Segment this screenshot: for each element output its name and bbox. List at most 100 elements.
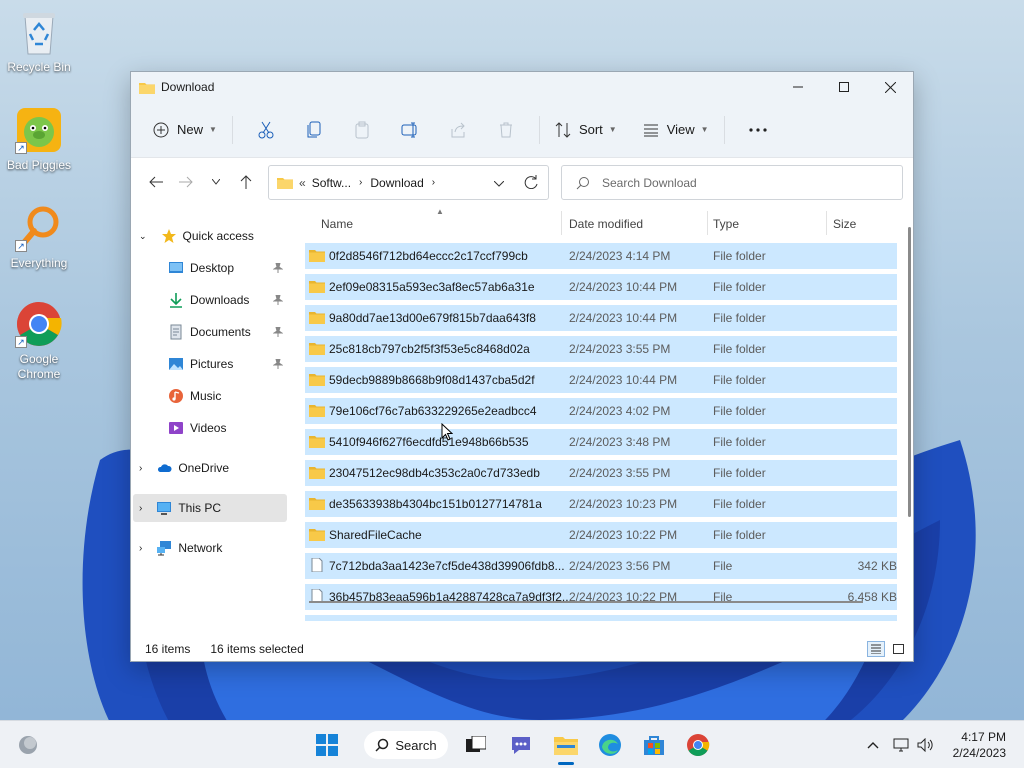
- close-button[interactable]: [867, 72, 913, 102]
- sort-button[interactable]: Sort ▼: [549, 114, 623, 146]
- file-date: 2/24/2023 10:44 PM: [569, 311, 678, 325]
- details-view-button[interactable]: [867, 641, 885, 657]
- file-row-partial[interactable]: [305, 615, 897, 621]
- column-divider[interactable]: [826, 211, 827, 235]
- taskbar-search-button[interactable]: Search: [364, 731, 448, 759]
- column-header-size[interactable]: Size: [833, 217, 856, 231]
- file-row[interactable]: 79e106cf76c7ab633229265e2eadbcc4 2/24/202…: [305, 398, 897, 424]
- desktop-icon-everything[interactable]: ↗ Everything: [1, 204, 77, 271]
- window-title: Download: [161, 80, 215, 94]
- column-divider[interactable]: [707, 211, 708, 235]
- sidebar-item-music[interactable]: Music: [168, 382, 288, 410]
- sidebar-item-label: This PC: [178, 501, 222, 515]
- ellipsis-icon: [748, 127, 767, 132]
- file-row[interactable]: de35633938b4304bc151b0127714781a 2/24/202…: [305, 491, 897, 517]
- volume-button[interactable]: [916, 731, 936, 759]
- column-header-type[interactable]: Type: [713, 217, 739, 231]
- column-header-name[interactable]: Name: [321, 217, 353, 231]
- weather-widget-button[interactable]: [16, 731, 40, 759]
- desktop-icon-bad-piggies[interactable]: ↗ Bad Piggies: [1, 106, 77, 173]
- show-hidden-icons-button[interactable]: [864, 731, 882, 759]
- column-divider[interactable]: [561, 211, 562, 235]
- file-row[interactable]: 7c712bda3aa1423e7cf5de438d39906fdb8... 2/…: [305, 553, 897, 579]
- breadcrumb-software[interactable]: Softw...: [312, 176, 351, 190]
- file-row[interactable]: 9a80dd7ae13d00e679f815b7daa643f8 2/24/202…: [305, 305, 897, 331]
- file-row[interactable]: 59decb9889b8668b9f08d1437cba5d2f 2/24/202…: [305, 367, 897, 393]
- refresh-button[interactable]: [524, 175, 538, 192]
- file-row[interactable]: 2ef09e08315a593ec3af8ec57ab6a31e 2/24/202…: [305, 274, 897, 300]
- large-icons-view-button[interactable]: [889, 641, 907, 657]
- speaker-icon: [917, 738, 933, 752]
- large-icons-view-icon: [892, 644, 904, 654]
- minimize-button[interactable]: [775, 72, 821, 102]
- trash-icon: [499, 122, 512, 137]
- sidebar-item-videos[interactable]: Videos: [168, 414, 288, 442]
- file-row[interactable]: 36b457b83eaa596b1a42887428ca7a9df3f2... 2…: [305, 584, 897, 610]
- file-row[interactable]: 25c818cb797cb2f5f3f53e5c8468d02a 2/24/202…: [305, 336, 897, 362]
- address-history-button[interactable]: [493, 176, 505, 190]
- details-view-icon: [871, 644, 881, 654]
- sidebar-item-downloads[interactable]: Downloads: [168, 286, 288, 314]
- chevron-right-icon: ›: [139, 462, 143, 474]
- file-type: File: [713, 559, 733, 573]
- taskbar-chrome[interactable]: [684, 731, 712, 759]
- sidebar-item-documents[interactable]: Documents: [168, 318, 288, 346]
- file-row[interactable]: 5410f946f627f6ecdfd51e948b66b535 2/24/202…: [305, 429, 897, 455]
- share-button[interactable]: [434, 114, 482, 146]
- address-bar[interactable]: « Softw... › Download ›: [268, 165, 549, 200]
- rename-button[interactable]: [386, 114, 434, 146]
- file-row[interactable]: SharedFileCache 2/24/2023 10:22 PM File fo…: [305, 522, 897, 548]
- overflow-chevron[interactable]: «: [299, 176, 306, 190]
- vertical-scrollbar[interactable]: [908, 227, 911, 517]
- folder-icon: [309, 498, 325, 510]
- copy-button[interactable]: [290, 114, 338, 146]
- folder-icon: [309, 281, 325, 293]
- desktop-icon-google-chrome[interactable]: ↗ Google Chrome: [1, 300, 77, 382]
- horizontal-scrollbar[interactable]: [309, 601, 863, 603]
- column-header-date[interactable]: Date modified: [569, 217, 643, 231]
- taskbar-edge[interactable]: [596, 731, 624, 759]
- chat-button[interactable]: [508, 731, 534, 759]
- forward-button[interactable]: [171, 167, 201, 197]
- back-button[interactable]: [141, 167, 171, 197]
- sidebar-item-network[interactable]: › Network: [139, 534, 289, 562]
- recent-locations-button[interactable]: [201, 167, 231, 197]
- system-clock[interactable]: 4:17 PM 2/24/2023: [953, 729, 1006, 761]
- sidebar-item-onedrive[interactable]: › OneDrive: [139, 454, 289, 482]
- cut-button[interactable]: [242, 114, 290, 146]
- sidebar-item-desktop[interactable]: Desktop: [168, 254, 288, 282]
- file-date: 2/24/2023 4:14 PM: [569, 249, 671, 263]
- desktop-icon-recycle-bin[interactable]: Recycle Bin: [1, 8, 77, 75]
- view-button[interactable]: View ▼: [637, 114, 715, 146]
- sidebar-item-this-pc[interactable]: › This PC: [133, 494, 287, 522]
- file-explorer-icon: [554, 737, 578, 755]
- file-row[interactable]: 23047512ec98db4c353c2a0c7d733edb 2/24/202…: [305, 460, 897, 486]
- up-button[interactable]: [231, 167, 261, 197]
- sidebar-item-label: OneDrive: [178, 461, 230, 475]
- file-name: 23047512ec98db4c353c2a0c7d733edb: [329, 466, 540, 480]
- delete-button[interactable]: [482, 114, 530, 146]
- file-type: File folder: [713, 280, 766, 294]
- new-button[interactable]: New ▼: [147, 114, 223, 146]
- title-bar[interactable]: Download: [131, 72, 913, 102]
- pin-icon: [273, 327, 283, 337]
- maximize-button[interactable]: [821, 72, 867, 102]
- task-view-button[interactable]: [464, 731, 488, 759]
- recycle-bin-icon: [15, 8, 63, 56]
- taskbar-store[interactable]: [640, 731, 668, 759]
- search-box[interactable]: Search Download: [561, 165, 903, 200]
- breadcrumb-download[interactable]: Download: [370, 176, 423, 190]
- file-date: 2/24/2023 4:02 PM: [569, 404, 671, 418]
- more-options-button[interactable]: [734, 114, 782, 146]
- clock-date: 2/24/2023: [952, 746, 1006, 760]
- network-status-button[interactable]: [892, 731, 910, 759]
- navigation-pane: ⌄ Quick access Desktop Downloads Documen…: [131, 209, 291, 634]
- start-button[interactable]: [314, 731, 340, 759]
- file-row[interactable]: 0f2d8546f712bd64eccc2c17ccf799cb 2/24/202…: [305, 243, 897, 269]
- paste-button[interactable]: [338, 114, 386, 146]
- sidebar-item-quick-access[interactable]: ⌄ Quick access: [139, 222, 289, 250]
- column-headers: ▲ Name Date modified Type Size: [291, 209, 915, 239]
- sidebar-item-pictures[interactable]: Pictures: [168, 350, 288, 378]
- file-date: 2/24/2023 10:22 PM: [569, 528, 678, 542]
- taskbar-file-explorer[interactable]: [552, 731, 580, 765]
